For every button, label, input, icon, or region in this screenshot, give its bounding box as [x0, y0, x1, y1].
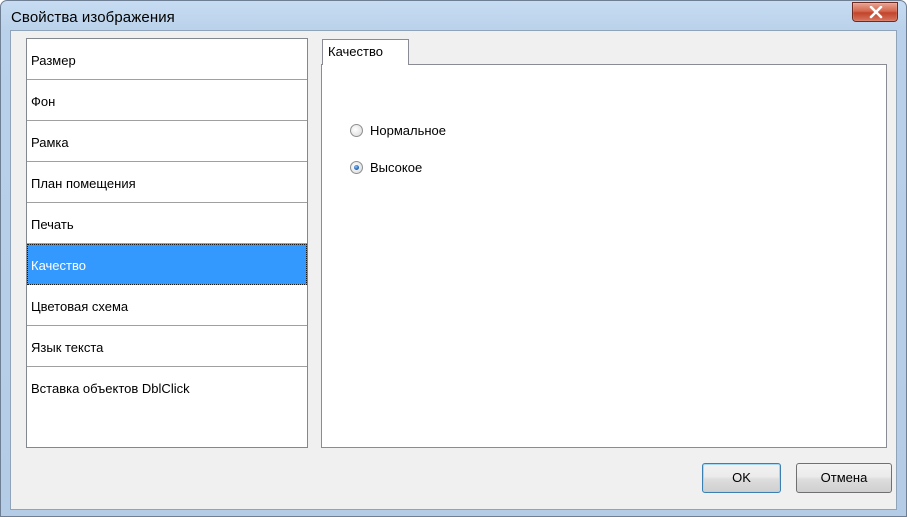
category-item-print[interactable]: Печать — [27, 203, 307, 244]
category-item-background[interactable]: Фон — [27, 80, 307, 121]
radio-label: Высокое — [370, 160, 423, 175]
close-icon — [869, 6, 883, 19]
category-item-floor-plan[interactable]: План помещения — [27, 162, 307, 203]
category-item-label: Фон — [31, 94, 56, 109]
category-item-frame[interactable]: Рамка — [27, 121, 307, 162]
radio-selected-dot — [354, 165, 359, 170]
category-item-label: Печать — [31, 217, 74, 232]
title-bar[interactable]: Свойства изображения — [1, 1, 906, 31]
tab-label: Качество — [328, 44, 383, 59]
category-item-label: Размер — [31, 53, 76, 68]
cancel-button[interactable]: Отмена — [796, 463, 892, 493]
category-item-label: Цветовая схема — [31, 299, 129, 314]
category-item-color-scheme[interactable]: Цветовая схема — [27, 285, 307, 326]
radio-button-unchecked[interactable] — [350, 124, 363, 137]
dialog-window: Свойства изображения Размер Фон Рамка Пл… — [0, 0, 907, 517]
category-item-size[interactable]: Размер — [27, 39, 307, 80]
close-button[interactable] — [852, 2, 898, 22]
category-item-insert-objects[interactable]: Вставка объектов DblClick — [27, 367, 307, 408]
window-title: Свойства изображения — [11, 9, 175, 26]
radio-button-checked[interactable] — [350, 161, 363, 174]
ok-button[interactable]: OK — [702, 463, 781, 493]
category-item-text-language[interactable]: Язык текста — [27, 326, 307, 367]
tab-quality[interactable]: Качество — [322, 39, 409, 65]
category-list[interactable]: Размер Фон Рамка План помещения Печать К… — [26, 38, 308, 448]
category-item-quality[interactable]: Качество — [27, 244, 307, 285]
category-item-label: Вставка объектов DblClick — [31, 381, 190, 396]
category-item-label: План помещения — [31, 176, 136, 191]
category-item-label: Качество — [31, 258, 86, 273]
quality-tab-panel: Нормальное Высокое — [321, 64, 887, 448]
category-item-label: Язык текста — [31, 340, 104, 355]
category-item-label: Рамка — [31, 135, 69, 150]
radio-label: Нормальное — [370, 123, 447, 138]
